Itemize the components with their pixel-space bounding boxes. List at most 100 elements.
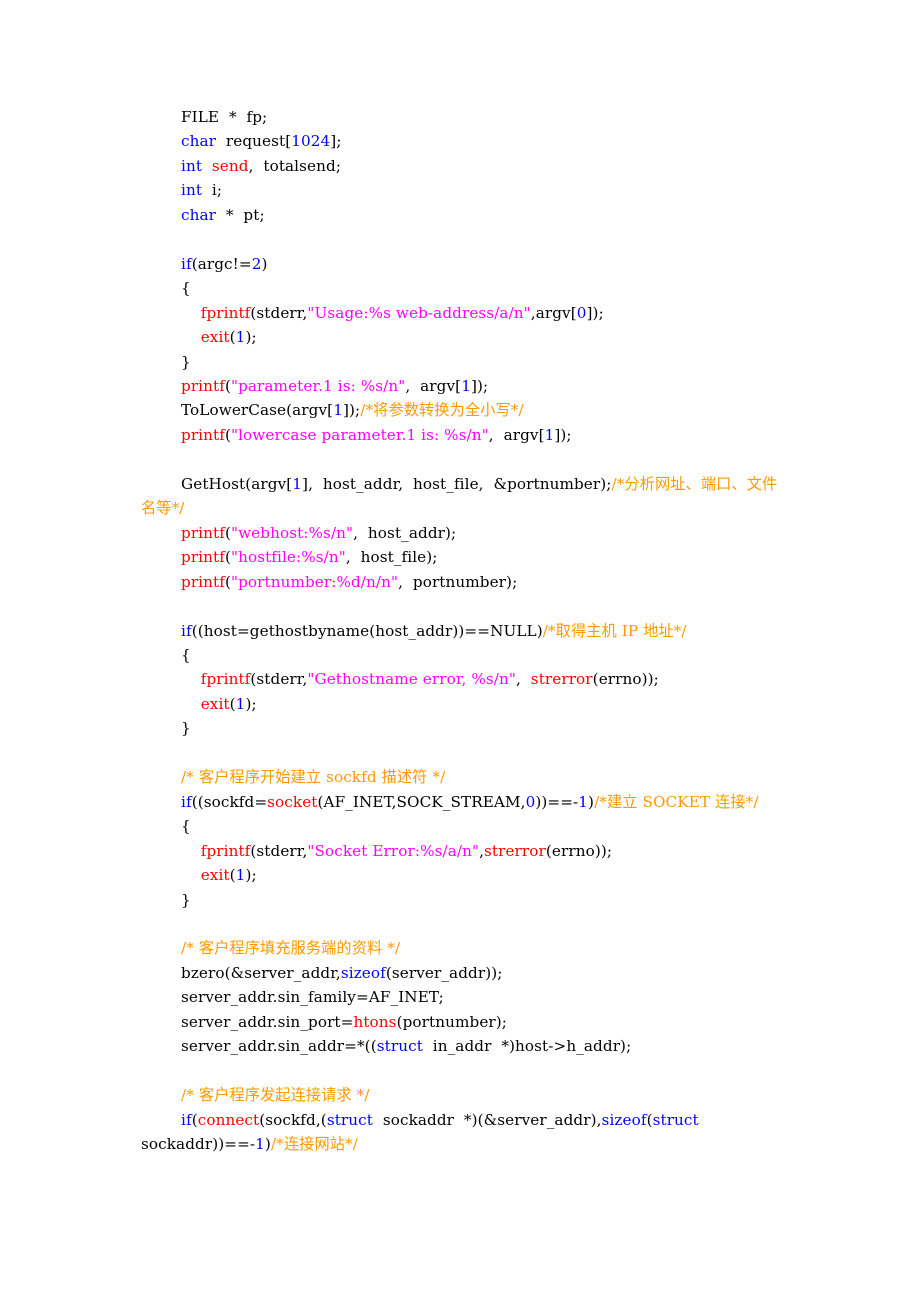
code-line: server_addr.sin_family=AF_INET; bbox=[141, 985, 781, 1009]
code-token-str: "Usage:%s web-address/a/n" bbox=[307, 303, 531, 322]
code-token-plain: GetHost(argv[ bbox=[181, 474, 293, 493]
code-line: exit(1); bbox=[141, 325, 781, 349]
code-token-num: 1 bbox=[235, 866, 246, 885]
code-token-str: "Socket Error:%s/a/n" bbox=[307, 841, 480, 860]
code-token-plain: ); bbox=[245, 866, 257, 885]
code-token-plain: request[ bbox=[216, 132, 292, 151]
code-token-kw: struct bbox=[376, 1037, 423, 1056]
code-token-plain: bzero(&server_addr, bbox=[181, 963, 341, 982]
code-token-comment: /*连接网站*/ bbox=[270, 1135, 358, 1154]
code-line: /* 客户程序发起连接请求 */ bbox=[141, 1083, 781, 1107]
code-token-plain: (errno)); bbox=[592, 670, 659, 689]
code-line: if(connect(sockfd,(struct sockaddr *)(&s… bbox=[141, 1108, 781, 1157]
code-line: exit(1); bbox=[141, 863, 781, 887]
code-token-plain: * pt; bbox=[216, 205, 265, 224]
code-line: GetHost(argv[1], host_addr, host_file, &… bbox=[141, 472, 781, 521]
code-token-const: SOCK_STREAM bbox=[396, 792, 521, 811]
code-token-fn: connect bbox=[197, 1110, 260, 1129]
code-line: FILE * fp; bbox=[141, 105, 781, 129]
code-token-plain: (sockfd,( bbox=[259, 1110, 327, 1129]
code-token-kw: sizeof bbox=[340, 963, 386, 982]
code-token-plain: } bbox=[181, 719, 191, 738]
code-token-plain: ); bbox=[245, 328, 257, 347]
code-token-plain: (stderr, bbox=[250, 841, 308, 860]
code-token-plain: ]); bbox=[342, 401, 361, 420]
code-token-plain: ], host_addr, host_file, &portnumber); bbox=[302, 474, 612, 493]
code-token-fn: send bbox=[211, 156, 249, 175]
code-token-num: 1 bbox=[333, 401, 343, 420]
code-token-const: sockaddr bbox=[382, 1110, 455, 1129]
code-line: if(argc!=2) bbox=[141, 252, 781, 276]
code-line: } bbox=[141, 716, 781, 740]
code-token-fn: fprintf bbox=[200, 670, 251, 689]
code-token-fn: printf bbox=[181, 376, 225, 395]
code-token-plain: server_addr.sin_family= bbox=[181, 988, 369, 1007]
code-token-plain: *)(&server_addr), bbox=[454, 1110, 602, 1129]
code-token-num: 1 bbox=[461, 376, 471, 395]
code-token-num: 2 bbox=[251, 254, 262, 273]
code-token-plain: ; bbox=[438, 988, 444, 1007]
code-token-plain: ,argv[ bbox=[530, 303, 577, 322]
code-line: fprintf(stderr,"Gethostname error, %s/n"… bbox=[141, 667, 781, 691]
code-line: ToLowerCase(argv[1]);/*将参数转换为全小写*/ bbox=[141, 398, 781, 422]
code-token-kw: char bbox=[181, 205, 217, 224]
code-token-comment: /* 客户程序发起连接请求 */ bbox=[181, 1086, 370, 1105]
code-token-fn: strerror bbox=[484, 841, 546, 860]
code-token-kw: struct bbox=[326, 1110, 373, 1129]
code-token-fn: htons bbox=[353, 1012, 397, 1031]
code-line: int i; bbox=[141, 178, 781, 202]
code-token-plain: server_addr.sin_port= bbox=[181, 1012, 354, 1031]
code-token-comment: /* 客户程序填充服务端的资料 */ bbox=[181, 939, 401, 958]
code-token-str: "Gethostname error, %s/n" bbox=[307, 670, 516, 689]
code-token-fn: strerror bbox=[530, 670, 593, 689]
code-listing: FILE * fp; char request[1024]; int send, t… bbox=[141, 105, 781, 1156]
code-line: } bbox=[141, 888, 781, 912]
code-line: printf("lowercase parameter.1 is: %s/n",… bbox=[141, 423, 781, 447]
code-token-num: 1024 bbox=[291, 132, 331, 151]
code-token-plain: { bbox=[181, 645, 191, 664]
code-token-fn: exit bbox=[200, 866, 230, 885]
code-token-const: FILE bbox=[181, 108, 220, 126]
code-token-fn: printf bbox=[181, 523, 225, 542]
code-token-plain: ]); bbox=[470, 376, 489, 395]
code-line: if((sockfd=socket(AF_INET,SOCK_STREAM,0)… bbox=[141, 790, 781, 814]
code-line: int send, totalsend; bbox=[141, 154, 781, 178]
code-line: exit(1); bbox=[141, 692, 781, 716]
code-token-num: 0 bbox=[525, 792, 536, 811]
code-line: /* 客户程序开始建立 sockfd 描述符 */ bbox=[141, 765, 781, 789]
code-token-plain: (stderr, bbox=[250, 303, 308, 322]
code-token-plain: , argv[ bbox=[488, 425, 545, 444]
code-line: printf("webhost:%s/n", host_addr); bbox=[141, 521, 781, 545]
code-token-plain: { bbox=[181, 279, 191, 298]
code-token-num: 1 bbox=[235, 694, 246, 713]
code-token-plain: (argc!= bbox=[191, 254, 252, 273]
code-line: /* 客户程序填充服务端的资料 */ bbox=[141, 936, 781, 960]
code-token-comment: /* 客户程序开始建立 sockfd 描述符 */ bbox=[181, 768, 446, 787]
code-token-comment: /*将参数转换为全小写*/ bbox=[360, 401, 524, 420]
code-token-plain: , host_file); bbox=[345, 548, 438, 567]
code-line: bzero(&server_addr,sizeof(server_addr)); bbox=[141, 961, 781, 985]
code-line: if((host=gethostbyname(host_addr))==NULL… bbox=[141, 619, 781, 643]
code-token-fn: socket bbox=[267, 792, 318, 811]
code-token-kw: if bbox=[181, 254, 192, 273]
code-token-num: 1 bbox=[235, 328, 246, 347]
code-token-plain: ) bbox=[261, 254, 268, 273]
code-token-plain: ]); bbox=[554, 425, 572, 444]
code-token-plain: ToLowerCase(argv[ bbox=[181, 401, 334, 420]
code-token-str: "webhost:%s/n" bbox=[230, 523, 354, 542]
code-line: char request[1024]; bbox=[141, 129, 781, 153]
code-token-fn: fprintf bbox=[200, 841, 251, 860]
